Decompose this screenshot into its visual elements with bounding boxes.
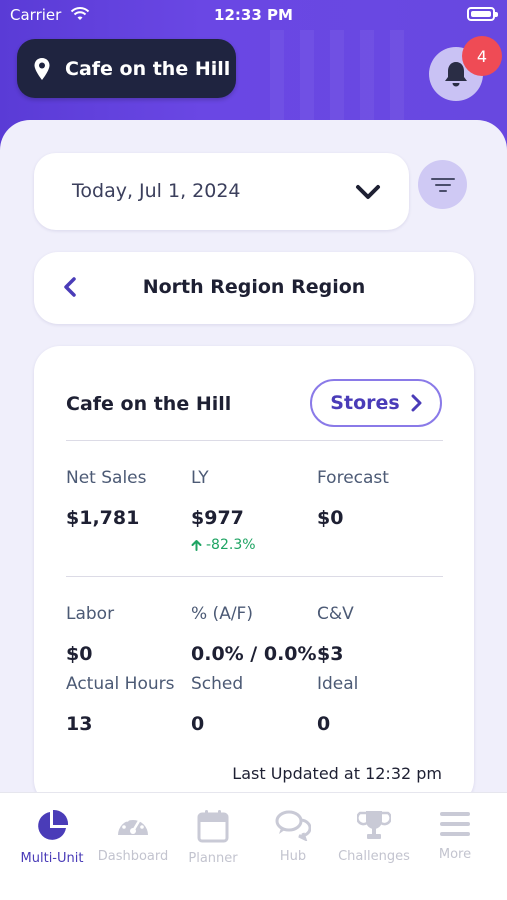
location-selector[interactable]: Cafe on the Hill (17, 39, 236, 98)
tab-bar: Multi-Unit Dashboard Planner Hub Challen… (0, 792, 507, 900)
forecast-label: Forecast (317, 468, 389, 488)
cv-label: C&V (317, 604, 354, 624)
date-label: Today, Jul 1, 2024 (72, 180, 241, 202)
sched-label: Sched (191, 674, 244, 694)
divider (66, 576, 443, 577)
filter-icon (430, 177, 455, 192)
tab-multi-unit[interactable]: Multi-Unit (12, 793, 92, 900)
ly-change: -82.3% (191, 537, 256, 553)
battery-icon (467, 7, 498, 21)
tab-more[interactable]: More (415, 793, 495, 900)
region-title: North Region Region (142, 276, 366, 298)
calendar-icon (197, 810, 229, 843)
date-selector[interactable]: Today, Jul 1, 2024 (34, 153, 409, 230)
af-percent-value: 0.0% / 0.0% (191, 643, 317, 665)
location-pin-icon (34, 57, 50, 80)
trophy-icon (357, 811, 391, 839)
divider (66, 440, 443, 441)
tab-hub[interactable]: Hub (253, 793, 333, 900)
labor-label: Labor (66, 604, 115, 624)
speedometer-icon (118, 815, 148, 835)
chevron-right-icon (411, 394, 422, 412)
store-name: Cafe on the Hill (66, 393, 232, 415)
tab-challenges[interactable]: Challenges (334, 793, 414, 900)
tab-label: Dashboard (97, 849, 169, 864)
chevron-down-icon (356, 185, 380, 199)
region-selector: North Region Region (34, 252, 474, 324)
location-name: Cafe on the Hill (65, 57, 231, 80)
forecast-value: $0 (317, 507, 344, 529)
store-summary-card: Cafe on the Hill Stores Net Sales LY For… (34, 346, 474, 806)
stores-button[interactable]: Stores (310, 379, 442, 427)
tab-label: Hub (279, 849, 307, 864)
ly-value: $977 (191, 507, 244, 529)
ly-label: LY (191, 468, 209, 488)
tab-dashboard[interactable]: Dashboard (93, 793, 173, 900)
last-updated-text: Last Updated at 12:32 pm (232, 764, 442, 783)
status-bar: Carrier 12:33 PM (0, 0, 507, 30)
pie-chart-icon (38, 809, 69, 840)
sched-value: 0 (191, 713, 205, 735)
tab-label: More (438, 847, 472, 862)
af-percent-label: % (A/F) (191, 604, 253, 624)
ideal-value: 0 (317, 713, 331, 735)
tab-label: Planner (188, 851, 238, 866)
ideal-label: Ideal (317, 674, 359, 694)
labor-value: $0 (66, 643, 93, 665)
filter-button[interactable] (418, 160, 467, 209)
net-sales-label: Net Sales (66, 468, 147, 488)
net-sales-value: $1,781 (66, 507, 140, 529)
tab-label: Multi-Unit (20, 851, 84, 866)
tab-label: Challenges (338, 849, 410, 864)
actual-hours-label: Actual Hours (66, 674, 175, 694)
ly-change-value: -82.3% (206, 537, 256, 553)
actual-hours-value: 13 (66, 713, 93, 735)
chat-bubbles-icon (275, 810, 311, 841)
tab-planner[interactable]: Planner (173, 793, 253, 900)
arrow-up-icon (191, 540, 202, 551)
status-time: 12:33 PM (214, 6, 293, 24)
menu-icon (440, 812, 470, 836)
cv-value: $3 (317, 643, 344, 665)
stores-button-label: Stores (330, 392, 400, 414)
notification-badge: 4 (462, 36, 502, 76)
